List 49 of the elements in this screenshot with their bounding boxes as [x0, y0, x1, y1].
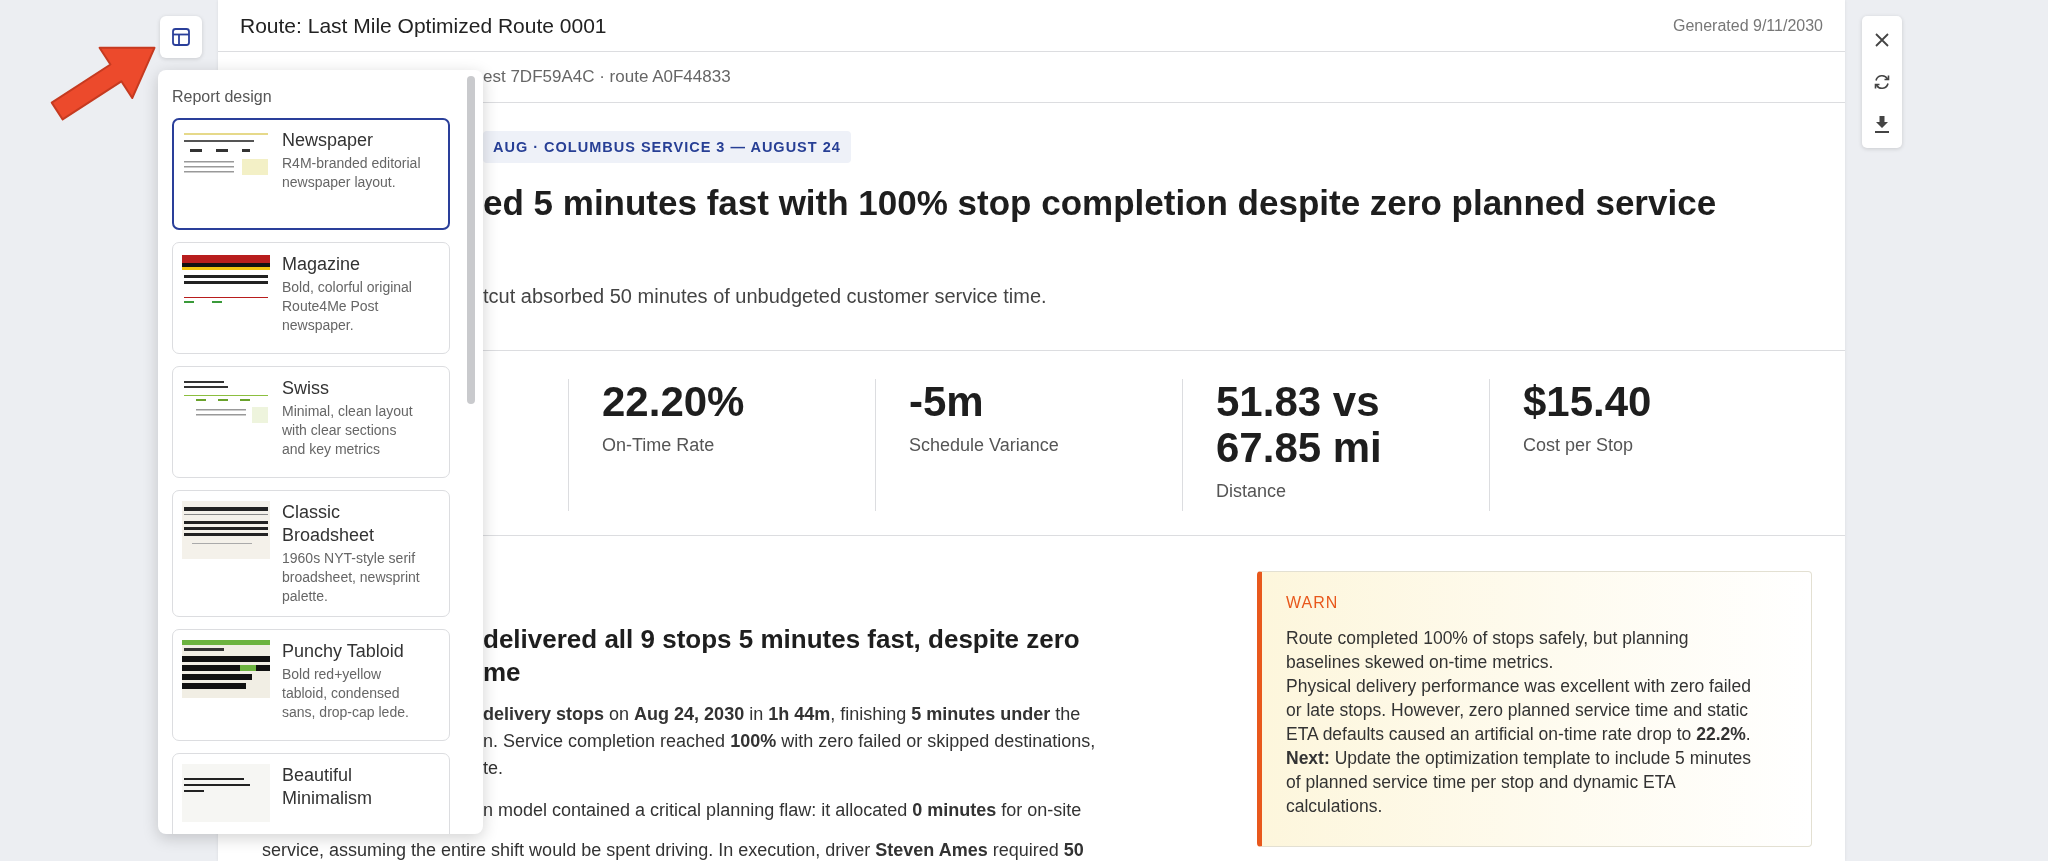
design-option[interactable]: Classic Broadsheet 1960s NYT-style serif broadsheet, newsprint palette. — [172, 490, 450, 617]
alert-text: Route completed 100% of stops safely, but planning baselines skewed on-time metrics. — [1286, 627, 1690, 674]
kpi-label: Distance — [1216, 481, 1288, 502]
scrollbar[interactable] — [467, 76, 475, 404]
design-description: Minimal, clean layout with clear sections and key metrics — [282, 402, 414, 459]
kpi-value: -5m — [909, 379, 985, 425]
close-icon — [1873, 31, 1891, 49]
article-heading: delivered all 9 stops 5 minutes fast, despite zero — [483, 623, 1080, 656]
article-text: te. — [483, 757, 503, 780]
design-option[interactable]: Magazine Bold, colorful original Route4Me Post newspaper. — [172, 242, 450, 354]
alert-label: WARN — [1286, 594, 1340, 612]
design-name: Punchy Tabloid — [282, 640, 405, 663]
kpi-label: On-Time Rate — [602, 435, 716, 456]
menu-title: Report design — [172, 88, 273, 106]
alert-text: Next: Update the optimization template to include 5 minutes of planned service time per stop and dynamic ETA calculations. — [1286, 747, 1752, 818]
alert-text: Physical delivery performance was excellent with zero failed or late stops. However, zero planned service time and static ETA defaults caused an artificial on-time rate drop to 22.2%. — [1286, 675, 1752, 746]
design-description: 1960s NYT-style serif broadsheet, newsprint palette. — [282, 549, 421, 606]
design-option[interactable]: Beautiful Minimalism — [172, 753, 450, 834]
design-name: Beautiful Minimalism — [282, 764, 373, 810]
design-description: Bold, colorful original Route4Me Post newspaper. — [282, 278, 413, 335]
design-name: Swiss — [282, 377, 330, 400]
kpi-value: 51.83 vs 67.85 mi — [1216, 379, 1383, 471]
design-description: R4M-branded editorial newspaper layout. — [282, 154, 422, 192]
report-meta: est 7DF59A4C · route A0F44833 — [483, 67, 731, 87]
layout-icon — [171, 27, 191, 47]
report-title: Route: Last Mile Optimized Route 0001 — [240, 13, 607, 38]
design-description: Bold red+yellow tabloid, condensed sans, drop-cap lede. — [282, 665, 410, 722]
article-text: delivery stops on Aug 24, 2030 in 1h 44m, finishing 5 minutes under the — [483, 703, 1081, 726]
generated-date: Generated 9/11/2030 — [1672, 16, 1823, 35]
layout-button[interactable] — [160, 16, 202, 58]
report-headline: ed 5 minutes fast with 100% stop completion despite zero planned service — [483, 183, 1718, 223]
kpi-label: Cost per Stop — [1523, 435, 1635, 456]
design-option[interactable]: Swiss Minimal, clean layout with clear sections and key metrics — [172, 366, 450, 478]
design-option[interactable]: Punchy Tabloid Bold red+yellow tabloid, condensed sans, drop-cap lede. — [172, 629, 450, 741]
design-name: Magazine — [282, 253, 362, 276]
article-heading: me — [483, 656, 521, 689]
design-name: Classic Broadsheet — [282, 501, 376, 547]
design-name: Newspaper — [282, 129, 375, 152]
refresh-icon — [1872, 72, 1892, 92]
kpi-label: Schedule Variance — [909, 435, 1060, 456]
kpi-value: $15.40 — [1523, 379, 1653, 425]
download-icon — [1873, 114, 1891, 134]
article-text: n. Service completion reached 100% with zero failed or skipped destinations, — [483, 730, 1096, 753]
report-tag: AUG · COLUMBUS SERVICE 3 — AUGUST 24 — [483, 131, 851, 163]
kpi-value: 22.20% — [602, 379, 746, 425]
article-text: n model contained a critical planning flaw: it allocated 0 minutes for on-site — [483, 799, 1082, 822]
design-option[interactable]: Newspaper R4M-branded editorial newspaper layout. — [172, 118, 450, 230]
article-text: service, assuming the entire shift would be spent driving. In execution, driver Steven Ames required 50 — [262, 839, 1084, 861]
report-subtitle: tcut absorbed 50 minutes of unbudgeted customer service time. — [483, 285, 1048, 308]
